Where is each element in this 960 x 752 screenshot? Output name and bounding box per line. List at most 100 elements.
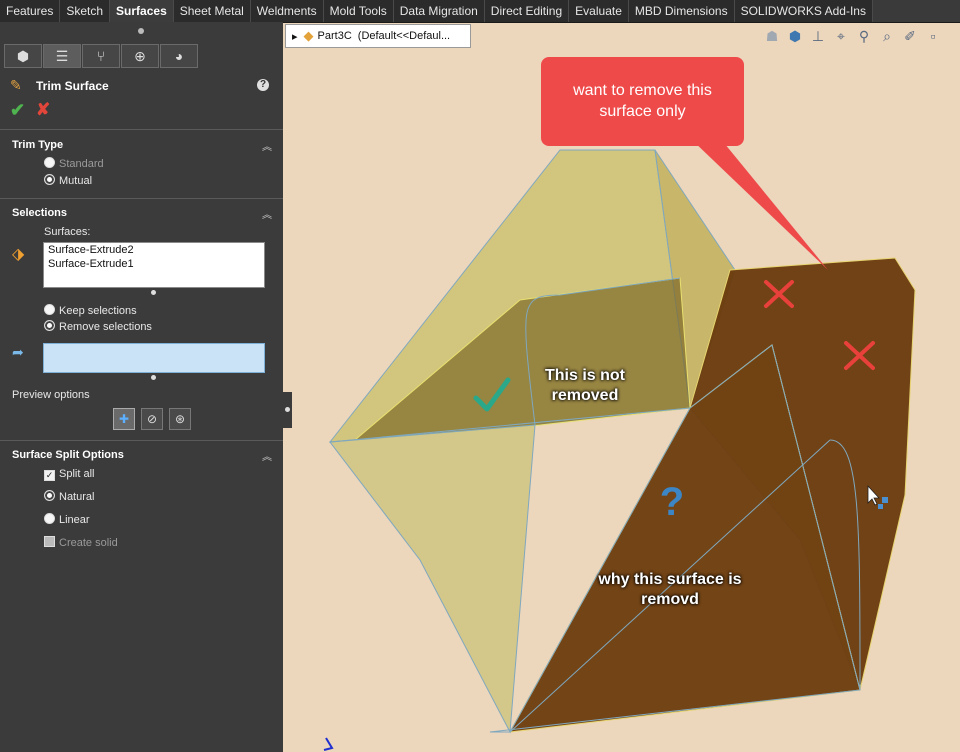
standard-label: Standard	[59, 158, 104, 170]
remove-pieces-icon: ➦	[12, 344, 24, 360]
callout-text: want to remove this surface only	[573, 82, 712, 120]
zoom-to-fit-icon[interactable]: ⌖	[831, 26, 851, 46]
section-view-icon[interactable]: ✐	[900, 26, 920, 46]
show-both-preview-button[interactable]: ⊛	[169, 408, 191, 430]
feature-tree-flyout[interactable]: ▸ ◆ Part3C (Default<<Defaul...	[285, 24, 471, 48]
preview-buttons: ✚ ⊘ ⊛	[113, 408, 191, 430]
tab-feature-manager[interactable]: ⬢	[4, 44, 42, 68]
radio-mutual[interactable]: Mutual	[44, 174, 92, 187]
split-all-label: Split all	[59, 468, 95, 480]
pieces-to-remove-box[interactable]	[43, 343, 265, 373]
tab-property-manager[interactable]: ☰	[43, 44, 81, 68]
tab-surfaces[interactable]: Surfaces	[110, 0, 174, 22]
radio-standard-dot	[44, 157, 55, 168]
dimxpert-icon: ⊕	[134, 47, 146, 64]
create-solid-checkbox[interactable]: Create solid	[44, 536, 118, 549]
not-removed-line-2: removed	[551, 387, 619, 404]
split-all-check-icon: ✓	[44, 470, 55, 481]
display-state-icon[interactable]: ☗	[762, 26, 782, 46]
tab-sheet-metal[interactable]: Sheet Metal	[174, 0, 251, 22]
collapse-trim-type-icon[interactable]: ︽	[262, 138, 272, 153]
keep-selections-label: Keep selections	[59, 305, 137, 317]
tabbar-filler	[872, 0, 960, 22]
configuration-icon: ⑂	[96, 48, 106, 64]
view-orientation-icon[interactable]: ⬢	[785, 26, 805, 46]
preview-include-icon: ✚	[118, 412, 130, 426]
tab-sketch[interactable]: Sketch	[60, 0, 111, 22]
cancel-x-icon[interactable]: ✘	[36, 100, 50, 120]
surfaces-label: Surfaces:	[44, 226, 91, 238]
preview-both-icon: ⊛	[174, 412, 186, 426]
show-included-preview-button[interactable]: ✚	[113, 408, 135, 430]
feature-title: Trim Surface	[36, 79, 109, 93]
radio-keep-selections[interactable]: Keep selections	[44, 304, 137, 317]
radio-keep-dot	[44, 304, 55, 315]
list-resize-handle[interactable]	[151, 290, 156, 295]
collapse-split-options-icon[interactable]: ︽	[262, 448, 272, 463]
not-removed-label: This is not removed	[520, 366, 650, 406]
property-manager: ⬢ ☰ ⑂ ⊕ ◕ ✎ Trim Surface ? ✔ ✘ Trim Type…	[0, 22, 283, 752]
part-icon: ◆	[303, 28, 314, 43]
linear-label: Linear	[59, 514, 90, 526]
tab-data-migration[interactable]: Data Migration	[394, 0, 485, 22]
normal-to-icon[interactable]: ⊥	[808, 26, 828, 46]
surface-selection-icon: ⬗	[12, 246, 25, 263]
not-removed-line-1: This is not	[545, 367, 625, 384]
radio-linear-dot	[44, 513, 55, 524]
part-name: Part3C	[317, 30, 352, 42]
radio-natural[interactable]: Natural	[44, 490, 94, 503]
radio-remove-selections[interactable]: Remove selections	[44, 320, 152, 333]
expand-arrow-icon[interactable]: ▸	[292, 30, 298, 43]
tab-dimxpert-manager[interactable]: ⊕	[121, 44, 159, 68]
tab-evaluate[interactable]: Evaluate	[569, 0, 629, 22]
zoom-to-area-icon[interactable]: ⚲	[854, 26, 874, 46]
collapse-selections-icon[interactable]: ︽	[262, 206, 272, 221]
help-icon[interactable]: ?	[257, 79, 269, 91]
trim-surface-icon: ✎	[10, 77, 22, 93]
heads-up-view-toolbar: ☗ ⬢ ⊥ ⌖ ⚲ ⌕ ✐ ▫	[762, 26, 943, 46]
question-mark-icon: ?	[659, 480, 685, 524]
radio-standard[interactable]: Standard	[44, 157, 104, 170]
radio-remove-dot	[44, 320, 55, 331]
selections-title: Selections	[12, 207, 68, 219]
show-excluded-preview-button[interactable]: ⊘	[141, 408, 163, 430]
grip-dot	[138, 28, 144, 34]
mutual-label: Mutual	[59, 175, 93, 187]
radio-mutual-dot	[44, 174, 55, 185]
split-options-title: Surface Split Options	[12, 449, 124, 461]
create-solid-label: Create solid	[59, 537, 118, 549]
manager-tabs: ⬢ ☰ ⑂ ⊕ ◕	[4, 44, 199, 68]
radio-linear[interactable]: Linear	[44, 513, 90, 526]
preview-options-title: Preview options	[12, 389, 90, 401]
tab-mold-tools[interactable]: Mold Tools	[324, 0, 394, 22]
tab-direct-editing[interactable]: Direct Editing	[485, 0, 570, 22]
tab-solidworks-add-ins[interactable]: SOLIDWORKS Add-Ins	[735, 0, 873, 22]
surface-list-item-1[interactable]: Surface-Extrude2	[44, 243, 264, 257]
panel-grip[interactable]	[0, 22, 283, 42]
remove-selections-label: Remove selections	[59, 321, 152, 333]
radio-natural-dot	[44, 490, 55, 501]
property-manager-icon: ☰	[55, 47, 69, 64]
trim-type-title: Trim Type	[12, 139, 64, 151]
command-manager-tabs: Features Sketch Surfaces Sheet Metal Weldmen…	[0, 0, 960, 23]
surfaces-list[interactable]: Surface-Extrude2 Surface-Extrude1	[43, 242, 265, 288]
tab-configuration-manager[interactable]: ⑂	[82, 44, 120, 68]
surface-list-item-2[interactable]: Surface-Extrude1	[44, 257, 264, 271]
removed-line-2: removd	[641, 591, 699, 608]
view-settings-icon[interactable]: ▫	[923, 26, 943, 46]
removed-line-1: why this surface is	[598, 571, 742, 588]
part-config: (Default<<Defaul...	[357, 30, 451, 42]
split-all-checkbox[interactable]: ✓ Split all	[44, 468, 94, 481]
tab-features[interactable]: Features	[0, 0, 61, 22]
tab-mbd-dimensions[interactable]: MBD Dimensions	[629, 0, 735, 22]
display-manager-icon: ◕	[174, 48, 184, 64]
ok-check-icon[interactable]: ✔	[10, 100, 25, 121]
triad-axis-icon	[323, 737, 334, 751]
feature-manager-icon: ⬢	[16, 47, 30, 64]
natural-label: Natural	[59, 491, 95, 503]
tab-weldments[interactable]: Weldments	[251, 0, 324, 22]
tab-display-manager[interactable]: ◕	[160, 44, 198, 68]
box-resize-handle[interactable]	[151, 375, 156, 380]
previous-view-icon[interactable]: ⌕	[877, 26, 897, 46]
kept-surface-lower[interactable]	[329, 424, 536, 734]
